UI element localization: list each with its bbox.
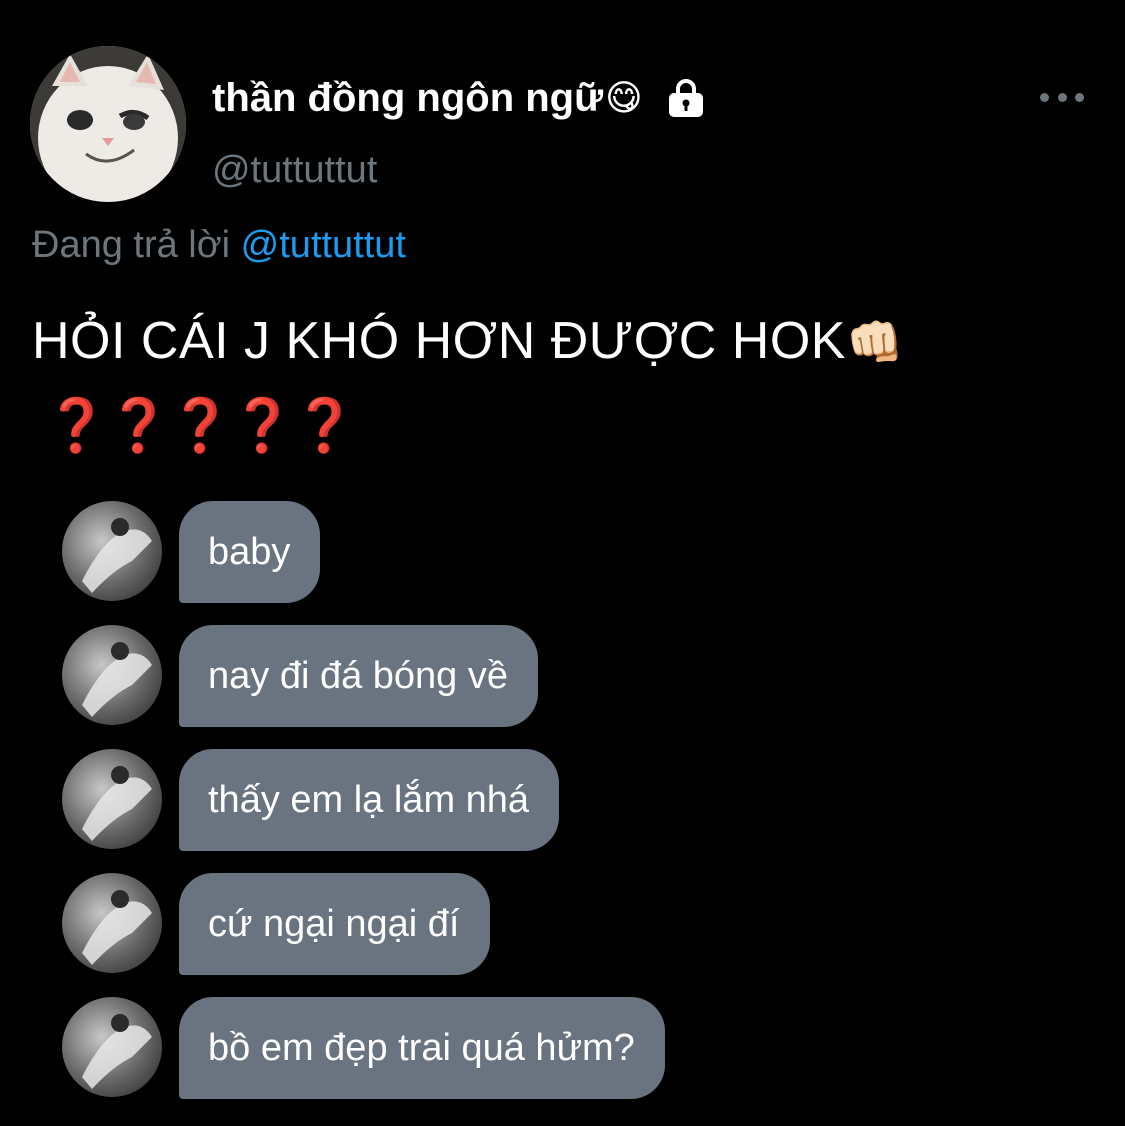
sender-avatar [62,873,162,973]
question-mark-icon: ❓ [292,397,357,455]
reply-mention-link[interactable]: @tuttuttut [241,224,406,266]
question-mark-icon: ❓ [106,397,171,455]
message-bubble: cứ ngại ngại đí [179,873,490,975]
user-handle[interactable]: @tuttuttut [212,146,377,194]
lock-icon [665,77,707,119]
replying-to: Đang trả lời @tuttuttut [32,220,406,270]
display-name-text: thần đồng ngôn ngữ [212,76,604,120]
message-bubble: thấy em lạ lắm nhá [179,749,560,851]
yum-emoji-icon: 😋 [605,77,643,118]
sender-avatar [62,997,162,1097]
question-mark-icon: ❓ [230,397,295,455]
message-bubble: bồ em đẹp trai quá hửm? [179,997,665,1099]
sender-avatar [62,501,162,601]
more-options-icon[interactable] [1040,84,1084,110]
sender-avatar [62,625,162,725]
question-mark-icon: ❓ [44,397,109,455]
message-bubble: baby [179,501,321,603]
question-marks-row: ❓ ❓ ❓ ❓ ❓ [44,396,357,456]
tweet-text: HỎI CÁI J KHÓ HƠN ĐƯỢC HOK [32,312,846,370]
sender-avatar [62,749,162,849]
question-mark-icon: ❓ [168,397,233,455]
tweet-body: HỎI CÁI J KHÓ HƠN ĐƯỢC HOK👊🏻 [32,308,904,375]
fist-emoji-icon: 👊🏻 [845,316,904,368]
replying-to-label: Đang trả lời [32,224,231,266]
message-bubble: nay đi đá bóng về [179,625,539,727]
display-name[interactable]: thần đồng ngôn ngữ 😋 [212,72,707,124]
cat-avatar-icon[interactable] [30,46,186,202]
